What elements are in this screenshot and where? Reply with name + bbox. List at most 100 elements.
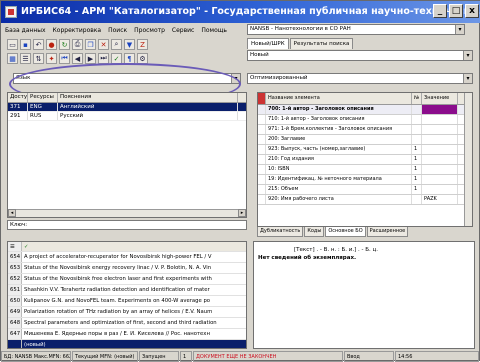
close-button[interactable]: x <box>465 4 479 18</box>
col-access[interactable]: Доступ <box>8 93 28 102</box>
table-row[interactable]: 291 RUS Русский <box>8 112 246 121</box>
list-item[interactable]: 653 Status of the Novosibirsk energy reco… <box>8 263 246 274</box>
key-field[interactable]: Ключ: <box>7 220 247 230</box>
title-bar: ИРБИС64 - АРМ "Каталогизатор" - Государс… <box>1 1 480 23</box>
next-record-icon[interactable]: ▶ <box>85 53 96 64</box>
table-row[interactable]: 215: Объем 1 <box>258 185 472 195</box>
cell-value[interactable] <box>422 175 458 184</box>
cell-value[interactable] <box>422 185 458 194</box>
print-icon[interactable]: ⎙ <box>72 39 83 50</box>
status-message: ДОКУМЕНТ ЕЩЕ НЕ ЗАКОНЧЕН <box>193 351 343 362</box>
col-notes[interactable]: Пояснения <box>58 93 238 102</box>
find-icon[interactable]: ⌕ <box>111 39 122 50</box>
cell-value[interactable] <box>422 125 458 134</box>
scroll-left-icon[interactable]: ◂ <box>8 209 16 217</box>
cell-name: 210: Год издания <box>266 155 412 164</box>
list-item[interactable]: 652 Status of the Novosibirsk free electr… <box>8 274 246 285</box>
grid-icon[interactable]: ▦ <box>7 53 18 64</box>
preview-line-2: Нет сведений об экземплярах. <box>258 255 357 261</box>
status-time: 14:56 <box>395 351 479 362</box>
first-record-icon[interactable]: ⏮ <box>59 53 70 64</box>
vertical-scrollbar[interactable] <box>464 93 472 226</box>
new-record-icon[interactable]: ▭ <box>7 39 18 50</box>
app-icon <box>5 6 17 18</box>
table-row[interactable]: 710: 1-й автор - Заголовок описания <box>258 115 472 125</box>
list-item[interactable]: 654 A project of accelerator-recuperator … <box>8 252 246 263</box>
record-number: 651 <box>8 285 22 295</box>
chevron-down-icon[interactable]: ▾ <box>463 74 472 83</box>
table-row[interactable]: 10: ISBN 1 <box>258 165 472 175</box>
tab-search-results[interactable]: Результаты поиска <box>289 38 354 49</box>
database-select[interactable]: NANSB - Нанотехнологии в СО РАН ▾ <box>247 24 465 35</box>
cell-n <box>412 115 422 124</box>
menu-search[interactable]: Поиск <box>108 27 127 34</box>
tab-main-bo[interactable]: Основное БО <box>325 227 366 237</box>
menu-service[interactable]: Сервис <box>172 27 194 34</box>
table-row[interactable]: 19: Идентификац. № неточного материала 1 <box>258 175 472 185</box>
tab-new[interactable]: Новый/ШРК <box>247 38 289 49</box>
record-number: 654 <box>8 252 22 262</box>
menu-view[interactable]: Просмотр <box>134 27 165 34</box>
list-item[interactable]: 649 Polarization rotation of THz radiatio… <box>8 307 246 318</box>
list-item[interactable]: 648 Spectral parameters and optimization … <box>8 318 246 329</box>
chevron-down-icon[interactable]: ▾ <box>455 25 464 34</box>
cell-value[interactable] <box>422 135 458 144</box>
chevron-down-icon[interactable]: ▾ <box>463 51 472 60</box>
new-record-field[interactable]: Новый ▾ <box>247 50 473 61</box>
list-item[interactable]: (новый) <box>8 340 246 348</box>
horizontal-scrollbar[interactable]: ◂ ▸ <box>8 209 246 217</box>
export-icon[interactable]: Z <box>137 39 148 50</box>
cell-desc: Русский <box>58 112 238 120</box>
table-row[interactable]: 971: 1-й Врем.коллектив - Заголовок опис… <box>258 125 472 135</box>
table-row[interactable]: 700: 1-й автор - Заголовок описания <box>258 105 472 115</box>
scroll-right-icon[interactable]: ▸ <box>238 209 246 217</box>
copy-icon[interactable]: ❐ <box>85 39 96 50</box>
list-icon[interactable]: ☰ <box>20 53 31 64</box>
tab-extended[interactable]: Расширенное <box>366 227 409 237</box>
menu-edit[interactable]: Корректировка <box>53 27 102 34</box>
cell-value[interactable] <box>422 105 458 114</box>
minimize-button[interactable]: _ <box>433 4 447 18</box>
maximize-button[interactable]: □ <box>449 4 463 18</box>
col-number[interactable]: № <box>412 93 422 104</box>
toolbar-main: ▭ ▪ ↶ ● ↻ ⎙ ❐ ✕ ⌕ ▼ Z <box>7 39 148 50</box>
cell-value[interactable] <box>422 145 458 154</box>
delete-icon[interactable]: ✕ <box>98 39 109 50</box>
language-grid: Доступ Ресурсы Пояснения 371 ENG Английс… <box>7 92 247 218</box>
table-row[interactable]: 371 ENG Английский <box>8 103 246 112</box>
cell-value[interactable] <box>422 165 458 174</box>
new-record-value: Новый <box>250 52 269 58</box>
list-item[interactable]: 651 Shashkin V.V. Terahertz radiation det… <box>8 285 246 296</box>
col-resources[interactable]: Ресурсы <box>28 93 58 102</box>
cell-value[interactable]: PAZK <box>422 195 458 204</box>
sort-icon[interactable]: ⇅ <box>33 53 44 64</box>
grid-header: Доступ Ресурсы Пояснения <box>8 93 246 103</box>
list-item[interactable]: 647 Мишенева Е. Ядерные поры в раз / Е. И… <box>8 329 246 340</box>
undo-icon[interactable]: ↶ <box>33 39 44 50</box>
menu-help[interactable]: Помощь <box>201 27 227 34</box>
tab-codes[interactable]: Коды <box>304 227 325 237</box>
bookmark-icon[interactable]: ✦ <box>46 53 57 64</box>
save-icon[interactable]: ▪ <box>20 39 31 50</box>
record-number <box>8 340 22 348</box>
col-element-name[interactable]: Название элемента <box>266 93 412 104</box>
stop-icon[interactable]: ● <box>46 39 57 50</box>
list-item[interactable]: 650 Kulipanov G.N. and NovoFEL team. Expe… <box>8 296 246 307</box>
cell-value[interactable] <box>422 155 458 164</box>
col-value[interactable]: Значение <box>422 93 458 104</box>
prev-record-icon[interactable]: ◀ <box>72 53 83 64</box>
status-bar: БД: NANSB Макс.MFN: 662 Текущий MFN: (но… <box>1 351 480 362</box>
status-db: БД: NANSB Макс.MFN: 662 <box>1 351 71 362</box>
menu-database[interactable]: База данных <box>5 27 46 34</box>
cell-name: 19: Идентификац. № неточного материала <box>266 175 412 184</box>
cell-name: 920: Имя рабочего листа <box>266 195 412 204</box>
table-row[interactable]: 923: Выпуск, часть (номер,заглавие) 1 <box>258 145 472 155</box>
filter-icon[interactable]: ▼ <box>124 39 135 50</box>
refresh-icon[interactable]: ↻ <box>59 39 70 50</box>
mode-select[interactable]: Оптимизированный ▾ <box>247 73 473 84</box>
table-row[interactable]: 200: Заглавие <box>258 135 472 145</box>
cell-value[interactable] <box>422 115 458 124</box>
table-row[interactable]: 210: Год издания 1 <box>258 155 472 165</box>
table-row[interactable]: 920: Имя рабочего листа PAZK <box>258 195 472 205</box>
tab-duplicates[interactable]: Дубликатность <box>257 227 304 237</box>
